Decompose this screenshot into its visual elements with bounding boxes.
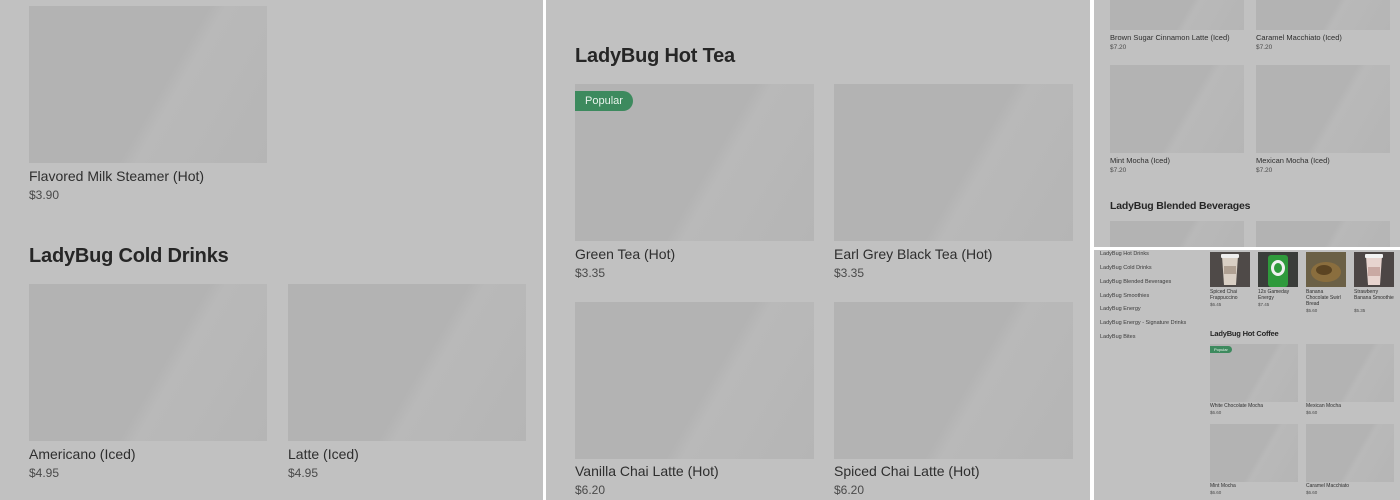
item-name[interactable]: Latte (Iced): [288, 446, 359, 462]
bread-photo-icon: [1306, 252, 1346, 287]
item-price: $7.20: [1110, 167, 1127, 174]
item-name[interactable]: Banana Chocolate Swirl Bread: [1306, 289, 1346, 307]
menu-panel-cold-drinks: Flavored Milk Steamer (Hot) $3.90 LadyBu…: [0, 0, 543, 500]
item-price: $4.95: [288, 466, 319, 480]
item-name[interactable]: Caramel Macchiato (Iced): [1256, 33, 1342, 42]
item-name[interactable]: Spiced Chai Latte (Hot): [834, 463, 980, 479]
section-title: LadyBug Hot Tea: [575, 45, 735, 67]
nav-item-energy[interactable]: LadyBug Energy: [1100, 306, 1141, 312]
item-image[interactable]: [1258, 252, 1298, 287]
nav-item-energy-signature[interactable]: LadyBug Energy - Signature Drinks: [1100, 320, 1186, 326]
item-name[interactable]: Mint Mocha (Iced): [1110, 156, 1170, 165]
nav-item-blended-beverages[interactable]: LadyBug Blended Beverages: [1100, 279, 1171, 285]
item-price: $7.20: [1110, 44, 1127, 51]
item-name[interactable]: Caramel Macchiato: [1306, 483, 1349, 489]
item-name[interactable]: Vanilla Chai Latte (Hot): [575, 463, 719, 479]
cup-photo-icon: [1210, 252, 1250, 287]
item-image[interactable]: [29, 6, 267, 163]
menu-panel-hot-coffee: LadyBug Hot Drinks LadyBug Cold Drinks L…: [1094, 250, 1400, 500]
item-image[interactable]: [29, 284, 267, 441]
item-image[interactable]: [1256, 65, 1390, 153]
nav-item-bites[interactable]: LadyBug Bites: [1100, 334, 1135, 340]
item-price: $3.90: [29, 188, 60, 202]
item-price: $6.45: [1210, 302, 1222, 307]
item-image[interactable]: [1110, 0, 1244, 30]
item-image[interactable]: [575, 302, 814, 459]
item-name[interactable]: Americano (Iced): [29, 446, 136, 462]
item-price: $7.20: [1256, 44, 1273, 51]
section-title: LadyBug Hot Coffee: [1210, 329, 1279, 338]
item-price: $6.60: [1306, 490, 1318, 495]
item-image[interactable]: [1306, 424, 1394, 482]
item-name[interactable]: 12s Gameday Energy: [1258, 289, 1298, 301]
item-image[interactable]: [1306, 252, 1346, 287]
item-image[interactable]: [1210, 252, 1250, 287]
item-name[interactable]: Green Tea (Hot): [575, 246, 675, 262]
menu-panel-hot-tea: LadyBug Hot Tea Popular Green Tea (Hot) …: [546, 0, 1090, 500]
item-image[interactable]: [1354, 252, 1394, 287]
item-price: $7.45: [1258, 302, 1270, 307]
section-title: LadyBug Blended Beverages: [1110, 200, 1251, 212]
item-price: $5.35: [1354, 308, 1366, 313]
item-price: $4.95: [29, 466, 60, 480]
item-price: $6.20: [834, 483, 865, 497]
popular-badge: Popular: [575, 91, 633, 111]
item-image[interactable]: [834, 84, 1073, 241]
item-image[interactable]: [288, 284, 526, 441]
popular-badge: Popular: [1210, 346, 1232, 353]
nav-item-cold-drinks[interactable]: LadyBug Cold Drinks: [1100, 265, 1152, 271]
item-name[interactable]: Flavored Milk Steamer (Hot): [29, 168, 204, 184]
item-price: $3.35: [834, 266, 865, 280]
item-image[interactable]: [1110, 65, 1244, 153]
item-image[interactable]: [1256, 0, 1390, 30]
item-image[interactable]: [1110, 221, 1244, 247]
can-photo-icon: [1258, 252, 1298, 287]
menu-panel-iced-drinks: Brown Sugar Cinnamon Latte (Iced) $7.20 …: [1094, 0, 1400, 247]
item-name[interactable]: Mexican Mocha: [1306, 403, 1341, 409]
item-name[interactable]: Spiced Chai Frappuccino: [1210, 289, 1250, 301]
section-title: LadyBug Cold Drinks: [29, 245, 229, 267]
item-name[interactable]: Brown Sugar Cinnamon Latte (Iced): [1110, 33, 1230, 42]
item-name[interactable]: Mint Mocha: [1210, 483, 1236, 489]
item-name[interactable]: Mexican Mocha (Iced): [1256, 156, 1330, 165]
item-name[interactable]: Earl Grey Black Tea (Hot): [834, 246, 992, 262]
item-price: $6.20: [575, 483, 606, 497]
item-price: $6.60: [1306, 410, 1318, 415]
item-image[interactable]: [1210, 424, 1298, 482]
nav-item-hot-drinks[interactable]: LadyBug Hot Drinks: [1100, 251, 1149, 257]
smoothie-photo-icon: [1354, 252, 1394, 287]
item-price: $6.60: [1210, 490, 1222, 495]
item-price: $3.35: [575, 266, 606, 280]
item-price: $6.60: [1210, 410, 1222, 415]
item-price: $5.60: [1306, 308, 1318, 313]
nav-item-smoothies[interactable]: LadyBug Smoothies: [1100, 293, 1149, 299]
item-image[interactable]: [834, 302, 1073, 459]
item-name[interactable]: Strawberry Banana Smoothie: [1354, 289, 1394, 301]
item-name[interactable]: White Chocolate Mocha: [1210, 403, 1263, 409]
item-image[interactable]: [1256, 221, 1390, 247]
item-image[interactable]: [1306, 344, 1394, 402]
item-price: $7.20: [1256, 167, 1273, 174]
